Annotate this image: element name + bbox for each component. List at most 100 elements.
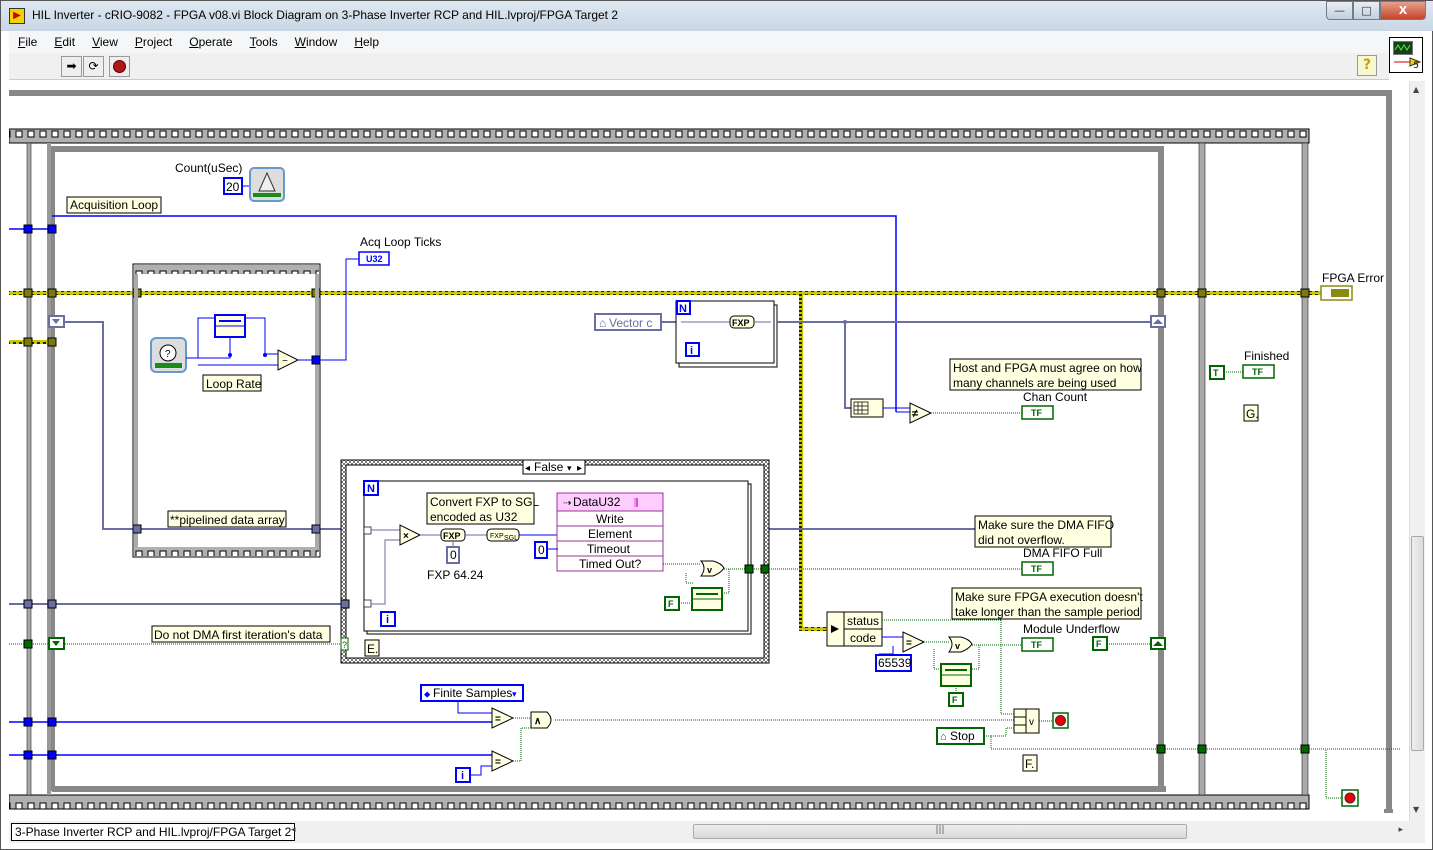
shift-register-left[interactable] [48, 315, 65, 328]
menu-edit[interactable]: Edit [54, 35, 75, 49]
false-constant[interactable]: F [664, 596, 680, 611]
and-function[interactable]: ∧ [530, 711, 552, 729]
false-constant-3[interactable]: F [1092, 636, 1108, 651]
timeout-constant[interactable]: 0 [534, 541, 548, 559]
menu-window[interactable]: Window [295, 35, 338, 49]
vertical-scrollbar[interactable]: ▲ ▼ [1409, 81, 1425, 821]
chan-count-indicator[interactable]: TF [1021, 405, 1054, 420]
scroll-up-arrow-icon[interactable]: ▲ [1413, 85, 1419, 94]
run-button[interactable]: ➡ [61, 56, 82, 77]
for-loop-fxp[interactable]: N i [675, 300, 778, 368]
labview-app-icon: ▶ [9, 8, 25, 24]
svg-text:0: 0 [538, 543, 545, 557]
block-diagram-canvas[interactable]: Acquisition Loop Count(uSec) 20 ? − Loop… [9, 81, 1409, 821]
code-constant[interactable]: 65539 [875, 654, 912, 672]
feedback-node-bool[interactable] [691, 587, 723, 611]
fxp-to-sgl-function[interactable]: FXP SGL [486, 528, 520, 542]
svg-text:=: = [495, 714, 501, 725]
labview-window: ▶ HIL Inverter - cRIO-9082 - FPGA v08.vi… [0, 0, 1433, 850]
title-bar: ▶ HIL Inverter - cRIO-9082 - FPGA v08.vi… [1, 1, 1433, 31]
block-diagram: Acquisition Loop Count(uSec) 20 ? − Loop… [9, 90, 1401, 813]
true-constant[interactable]: T [1209, 365, 1225, 380]
vector-control[interactable]: ⌂ Vector c [594, 313, 662, 331]
svg-text:TF: TF [1031, 564, 1042, 574]
unbundle-by-name[interactable]: status code [826, 611, 883, 647]
svg-text:⫼: ⫼ [634, 498, 639, 509]
fpga-error-indicator[interactable] [1320, 285, 1353, 301]
equal-function-2[interactable]: = [491, 707, 515, 729]
close-button[interactable]: X [1380, 1, 1426, 20]
menu-help[interactable]: Help [354, 35, 379, 49]
stop-control[interactable]: ⌂ Stop [936, 727, 985, 745]
fpga-error-label: FPGA Error [1322, 271, 1384, 285]
svg-text:i: i [386, 614, 389, 626]
shift-register-right[interactable] [1150, 315, 1166, 328]
minimize-button[interactable]: — [1326, 1, 1353, 20]
run-continuously-button[interactable]: ⟳ [83, 56, 104, 77]
not-equal-function[interactable]: ≠ [909, 402, 933, 424]
acq-loop-ticks-indicator[interactable]: U32 [358, 251, 390, 266]
scroll-right-arrow-icon[interactable]: ▸ [1398, 825, 1403, 835]
module-underflow-indicator[interactable]: TF [1021, 637, 1054, 652]
loop-stop-condition[interactable] [1052, 712, 1069, 729]
finished-indicator[interactable]: TF [1242, 364, 1275, 379]
menu-tools[interactable]: Tools [250, 35, 278, 49]
false-constant-2[interactable]: F [948, 692, 964, 707]
horizontal-scroll-thumb[interactable]: ||| [693, 824, 1187, 839]
svg-text:−: − [282, 356, 288, 367]
svg-text:E.: E. [367, 642, 378, 656]
maximize-button[interactable]: □ [1353, 1, 1380, 20]
menu-view[interactable]: View [92, 35, 118, 49]
svg-text:v: v [955, 641, 960, 651]
svg-text:Vector c: Vector c [609, 316, 652, 330]
equal-function[interactable]: = [902, 631, 926, 653]
outer-loop-stop-condition[interactable] [1341, 789, 1359, 807]
vertical-scroll-thumb[interactable] [1411, 536, 1424, 751]
loop-rate-label: Loop Rate [202, 374, 262, 392]
outer-while-loop[interactable] [9, 90, 1393, 813]
svg-text:Timeout: Timeout [587, 542, 631, 556]
array-size-function[interactable] [850, 398, 884, 418]
svg-text:Acquisition Loop: Acquisition Loop [70, 198, 158, 212]
bool-shift-register-left[interactable] [48, 637, 65, 650]
application-instance-context[interactable]: 3-Phase Inverter RCP and HIL.lvproj/FPGA… [11, 823, 296, 841]
svg-text:0: 0 [450, 548, 457, 562]
to-fxp-function[interactable]: FXP [440, 528, 466, 542]
svg-text:Finite Samples: Finite Samples [433, 686, 512, 700]
menu-project[interactable]: Project [135, 35, 172, 49]
fxp-coerce-node[interactable]: FXP [729, 315, 755, 329]
menu-operate[interactable]: Operate [189, 35, 232, 49]
menu-file[interactable]: File [18, 35, 37, 49]
iteration-terminal-outer: i [455, 767, 471, 783]
pipelined-data-comment: **pipelined data array [167, 510, 287, 528]
case-selector[interactable]: ◂ False ▾ ▸ [522, 459, 586, 475]
vi-icon[interactable]: 5 [1389, 37, 1423, 73]
scroll-left-arrow-icon[interactable]: ◂ [291, 825, 296, 835]
svg-text:≠: ≠ [912, 408, 918, 420]
abort-button[interactable] [109, 56, 130, 77]
acquisition-mode-enum[interactable]: ⬥ Finite Samples ▾ [420, 684, 524, 702]
svg-text:U32: U32 [366, 254, 383, 264]
svg-text:Stop: Stop [950, 729, 975, 743]
bool-shift-register-right[interactable] [1150, 637, 1166, 650]
feedback-node[interactable] [214, 314, 246, 338]
equal-function-3[interactable]: = [491, 750, 515, 772]
svg-text:Element: Element [588, 527, 633, 541]
svg-text:◂: ◂ [525, 463, 530, 474]
compound-or-function[interactable]: v [1013, 708, 1040, 734]
svg-text:False: False [534, 460, 564, 474]
count-constant[interactable]: 20 [223, 177, 243, 195]
scroll-down-arrow-icon[interactable]: ▼ [1413, 805, 1419, 814]
svg-text:FXP: FXP [490, 533, 504, 540]
tick-count-icon[interactable]: ? [150, 337, 187, 373]
dma-fifo-full-indicator[interactable]: TF [1021, 561, 1054, 576]
svg-text:status: status [847, 614, 879, 628]
loop-timer-icon[interactable] [249, 167, 285, 202]
or-function-2[interactable]: v [947, 636, 973, 653]
feedback-node-underflow[interactable] [940, 663, 972, 687]
fxp-constant[interactable]: 0 [446, 546, 460, 564]
context-help-button[interactable]: ? [1357, 55, 1377, 76]
abort-icon [113, 60, 126, 73]
dma-fifo-write-node[interactable]: DataU32 ⇢ ⫼ Write Element Timeout Timed … [556, 492, 664, 572]
subtract-function[interactable]: − [277, 349, 300, 371]
